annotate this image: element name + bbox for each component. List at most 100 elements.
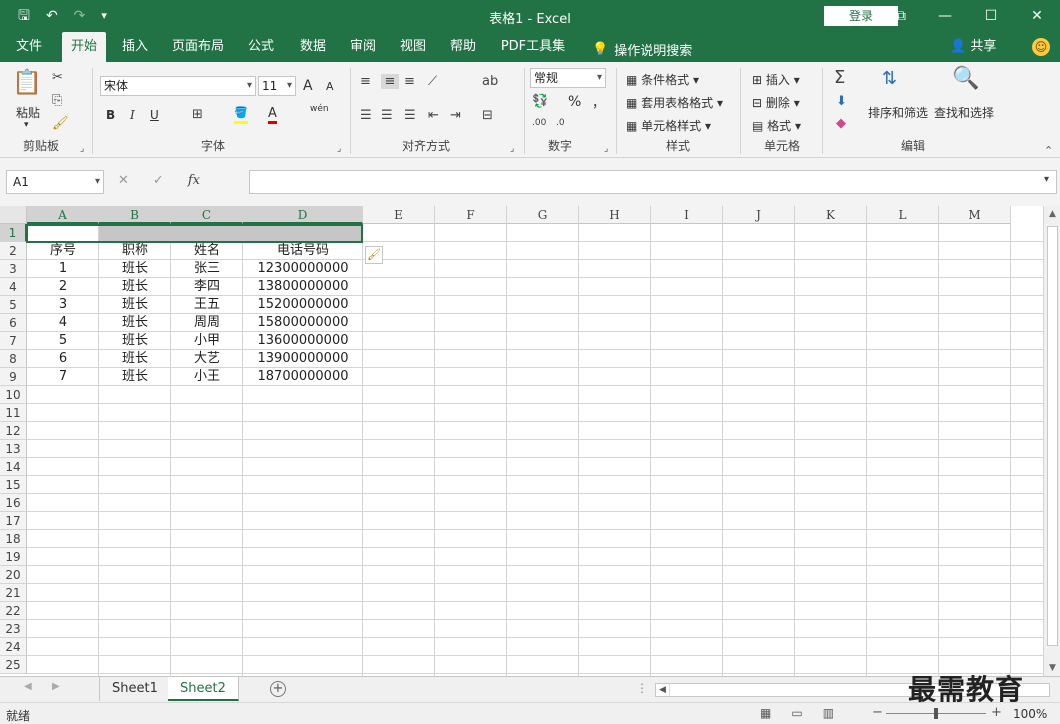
table-header-cell[interactable]: 电话号码	[243, 242, 363, 260]
insert-cells-button[interactable]: ⊞ 插入 ▾	[752, 71, 800, 88]
row-header-20[interactable]: 20	[0, 566, 27, 584]
font-launcher-icon[interactable]: ⌟	[337, 144, 341, 154]
conditional-format-button[interactable]: ▦ 条件格式 ▾	[626, 71, 699, 88]
tab-formulas[interactable]: 公式	[240, 32, 282, 62]
increase-font-icon[interactable]: A	[303, 78, 313, 94]
table-cell[interactable]: 张三	[171, 260, 243, 278]
normal-view-icon[interactable]: ▦	[760, 706, 771, 720]
table-cell[interactable]: 班长	[99, 350, 171, 368]
font-color-icon[interactable]: A	[268, 106, 277, 124]
row-header-2[interactable]: 2	[0, 242, 27, 260]
sort-filter-icon[interactable]: ⇅	[882, 68, 897, 89]
table-cell[interactable]: 3	[27, 296, 99, 314]
enter-icon[interactable]: ✓	[153, 173, 164, 188]
row-header-5[interactable]: 5	[0, 296, 27, 314]
add-sheet-icon[interactable]: +	[270, 681, 286, 697]
zoom-out-button[interactable]: −	[872, 705, 883, 720]
table-cell[interactable]: 4	[27, 314, 99, 332]
table-cell[interactable]: 班长	[99, 296, 171, 314]
italic-button[interactable]: I	[130, 108, 135, 122]
tab-home[interactable]: 开始	[62, 32, 106, 62]
column-header-g[interactable]: G	[507, 206, 579, 224]
paste-icon[interactable]: 📋	[12, 68, 42, 98]
font-name-dropdown[interactable]: 宋体	[100, 76, 256, 96]
column-header-c[interactable]: C	[171, 206, 243, 224]
table-cell[interactable]: 15200000000	[243, 296, 363, 314]
copy-icon[interactable]: ⎘	[52, 93, 62, 108]
smiley-feedback-icon[interactable]: ☺	[1032, 38, 1050, 56]
scroll-left-icon[interactable]: ◀	[656, 684, 670, 696]
row-header-17[interactable]: 17	[0, 512, 27, 530]
column-header-b[interactable]: B	[99, 206, 171, 224]
scroll-up-icon[interactable]: ▲	[1044, 206, 1060, 222]
fill-icon[interactable]: ⬇	[836, 94, 847, 109]
tab-help[interactable]: 帮助	[442, 32, 484, 62]
column-header-l[interactable]: L	[867, 206, 939, 224]
prev-sheet-icon[interactable]: ◀	[24, 681, 32, 692]
expand-formula-icon[interactable]: ▾	[1044, 174, 1049, 185]
decrease-indent-icon[interactable]: ⇤	[428, 108, 439, 123]
delete-cells-button[interactable]: ⊟ 删除 ▾	[752, 94, 800, 111]
scroll-thumb[interactable]	[1047, 226, 1058, 646]
comma-button[interactable]: ，	[592, 92, 605, 111]
paste-options-icon[interactable]: 🖌	[365, 246, 383, 264]
table-cell[interactable]: 6	[27, 350, 99, 368]
row-header-7[interactable]: 7	[0, 332, 27, 350]
row-header-23[interactable]: 23	[0, 620, 27, 638]
table-cell[interactable]: 班长	[99, 368, 171, 386]
table-cell[interactable]: 1	[27, 260, 99, 278]
table-cell[interactable]: 15800000000	[243, 314, 363, 332]
minimize-icon[interactable]: —	[922, 0, 968, 32]
tab-view[interactable]: 视图	[392, 32, 434, 62]
borders-icon[interactable]: ⊞	[192, 107, 203, 122]
sort-filter-button[interactable]: 排序和筛选	[868, 104, 928, 121]
align-left-icon[interactable]: ☰	[360, 108, 372, 123]
table-cell[interactable]: 5	[27, 332, 99, 350]
orientation-icon[interactable]: ⟋	[428, 74, 437, 89]
tab-pdf-tools[interactable]: PDF工具集	[498, 32, 568, 62]
ribbon-display-options-icon[interactable]: ⧉	[880, 0, 922, 32]
autosum-icon[interactable]: Σ	[834, 67, 845, 88]
select-all-corner[interactable]	[0, 206, 27, 224]
table-cell[interactable]: 大艺	[171, 350, 243, 368]
column-header-m[interactable]: M	[939, 206, 1011, 224]
page-break-view-icon[interactable]: ▥	[823, 706, 834, 720]
fill-color-icon[interactable]: 🪣	[234, 106, 248, 124]
row-header-18[interactable]: 18	[0, 530, 27, 548]
column-header-d[interactable]: D	[243, 206, 363, 224]
tab-split-handle[interactable]: ⋮	[636, 681, 648, 695]
table-cell[interactable]: 班长	[99, 278, 171, 296]
row-header-25[interactable]: 25	[0, 656, 27, 674]
cell-styles-button[interactable]: ▦ 单元格样式 ▾	[626, 117, 711, 134]
column-header-k[interactable]: K	[795, 206, 867, 224]
number-format-dropdown[interactable]: 常规	[530, 68, 606, 88]
tab-page-layout[interactable]: 页面布局	[168, 32, 228, 62]
column-header-e[interactable]: E	[363, 206, 435, 224]
format-painter-icon[interactable]: 🖌	[52, 116, 69, 131]
table-cell[interactable]: 7	[27, 368, 99, 386]
row-header-19[interactable]: 19	[0, 548, 27, 566]
table-cell[interactable]: 13900000000	[243, 350, 363, 368]
table-cell[interactable]: 2	[27, 278, 99, 296]
name-box[interactable]: A1	[6, 170, 104, 194]
cut-icon[interactable]: ✂	[52, 70, 63, 85]
format-cells-button[interactable]: ▤ 格式 ▾	[752, 117, 801, 134]
row-header-4[interactable]: 4	[0, 278, 27, 296]
row-header-8[interactable]: 8	[0, 350, 27, 368]
phonetic-icon[interactable]: wén	[310, 104, 329, 114]
align-bottom-icon[interactable]: ≡	[404, 74, 415, 89]
share-button[interactable]: 👤 共享	[950, 32, 996, 62]
paste-button[interactable]: 粘贴	[16, 104, 40, 121]
font-size-dropdown[interactable]: 11	[258, 76, 296, 96]
find-select-button[interactable]: 查找和选择	[934, 104, 994, 121]
vertical-scrollbar[interactable]: ▲ ▼	[1043, 206, 1060, 676]
wrap-text-icon[interactable]: ab	[482, 74, 498, 89]
column-header-h[interactable]: H	[579, 206, 651, 224]
row-header-13[interactable]: 13	[0, 440, 27, 458]
increase-decimal-icon[interactable]: .00	[532, 118, 546, 128]
table-cell[interactable]: 小甲	[171, 332, 243, 350]
row-header-6[interactable]: 6	[0, 314, 27, 332]
sheet-tab-sheet2[interactable]: Sheet2	[168, 677, 239, 701]
row-header-10[interactable]: 10	[0, 386, 27, 404]
zoom-level[interactable]: 100%	[1013, 707, 1047, 721]
